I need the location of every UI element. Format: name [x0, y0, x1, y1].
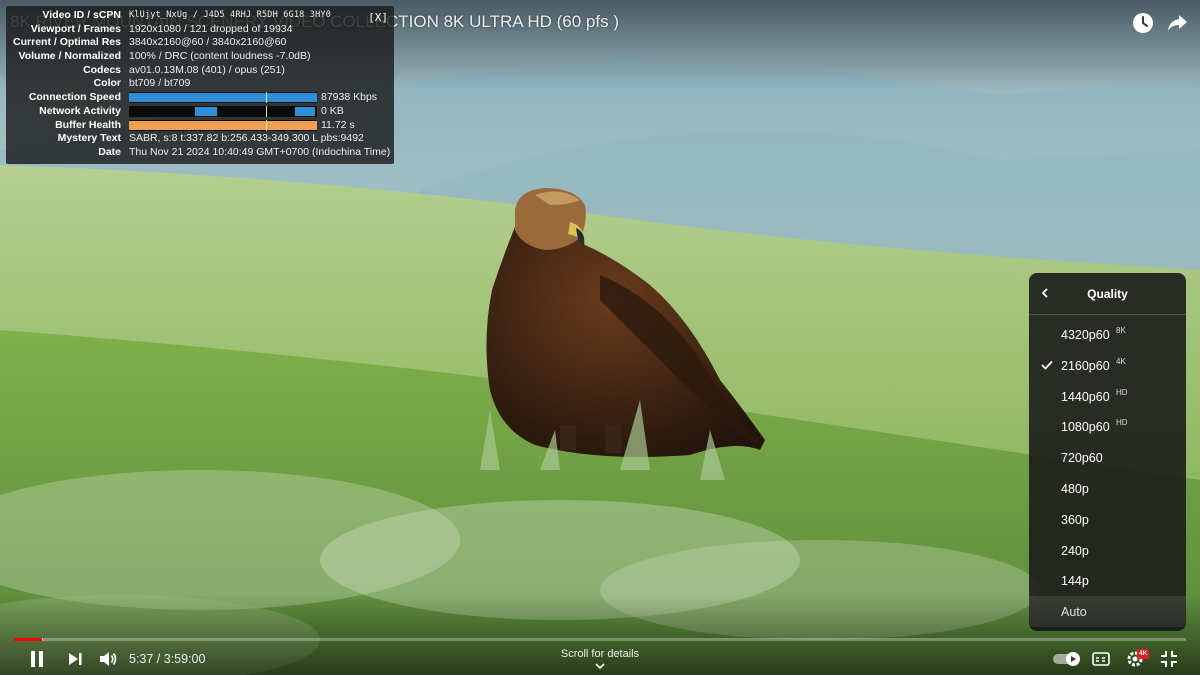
- quality-option-4320p60[interactable]: 4320p60 8K: [1029, 319, 1186, 350]
- graph-fill: [129, 120, 317, 130]
- stats-row-resolution: Current / Optimal Res 3840x2160@60 / 384…: [6, 36, 390, 50]
- scroll-for-details[interactable]: Scroll for details: [540, 648, 660, 660]
- stats-row-video-id: Video ID / sCPN KlUjyt_NxUg / J4D5 4RHJ …: [6, 9, 390, 23]
- stats-label: Current / Optimal Res: [13, 36, 121, 49]
- quality-option-2160p60[interactable]: 2160p60 4K: [1029, 350, 1186, 381]
- stats-value: 3840x2160@60 / 3840x2160@60: [129, 36, 287, 49]
- network-activity-graph: [129, 106, 317, 118]
- quality-option-1440p60[interactable]: 1440p60 HD: [1029, 381, 1186, 412]
- quality-option-360p[interactable]: 360p: [1029, 504, 1186, 535]
- stats-value: Thu Nov 21 2024 10:40:49 GMT+0700 (Indoc…: [129, 145, 391, 158]
- quality-option-label: 1080p60: [1061, 420, 1110, 435]
- quality-option-label: 144p: [1061, 574, 1089, 589]
- stats-row-mystery: Mystery Text SABR, s:8 t:337.82 b:256.43…: [6, 132, 390, 146]
- subtitles-button[interactable]: [1090, 648, 1112, 670]
- stats-row-codecs: Codecs av01.0.13M.08 (401) / opus (251): [6, 64, 390, 78]
- clock-icon[interactable]: [1131, 11, 1155, 35]
- volume-icon: [100, 652, 117, 666]
- stats-value: SABR, s:8 t:337.82 b:256.433-349.300 L p…: [129, 132, 364, 145]
- time-display: 5:37 / 3:59:00: [129, 652, 206, 666]
- pause-icon: [31, 651, 43, 667]
- quality-menu: Quality 4320p60 8K 2160p60 4K 1440p60 HD 1080p…: [1029, 273, 1186, 631]
- autoplay-toggle[interactable]: [1053, 652, 1081, 666]
- stats-label: Video ID / sCPN: [42, 9, 121, 21]
- stats-row-buffer: Buffer Health 11.72 s: [6, 119, 390, 133]
- stats-row-connection: Connection Speed 87938 Kbps: [6, 91, 390, 105]
- stats-value: 0 KB: [321, 104, 344, 117]
- chevron-down-icon[interactable]: [594, 662, 606, 672]
- checkmark-icon: [1041, 360, 1053, 370]
- graph-fill: [295, 107, 315, 117]
- quality-badge: 8K: [1116, 326, 1126, 335]
- quality-option-label: 720p60: [1061, 451, 1103, 466]
- stats-value: 100% / DRC (content loudness -7.0dB): [129, 50, 311, 63]
- quality-menu-title: Quality: [1087, 287, 1128, 301]
- stats-row-volume: Volume / Normalized 100% / DRC (content …: [6, 50, 390, 64]
- quality-option-720p60[interactable]: 720p60: [1029, 442, 1186, 473]
- quality-option-label: 2160p60: [1061, 358, 1110, 373]
- stats-value: 87938 Kbps: [321, 91, 378, 104]
- stats-row-date: Date Thu Nov 21 2024 10:40:49 GMT+0700 (…: [6, 146, 390, 160]
- quality-option-label: 1440p60: [1061, 389, 1110, 404]
- stats-label: Color: [93, 77, 121, 90]
- connection-speed-graph: [129, 92, 317, 104]
- share-icon[interactable]: [1165, 11, 1189, 35]
- next-button[interactable]: [64, 648, 86, 670]
- quality-menu-header[interactable]: Quality: [1029, 273, 1186, 315]
- exit-fullscreen-icon: [1161, 651, 1177, 667]
- quality-option-480p[interactable]: 480p: [1029, 473, 1186, 504]
- settings-quality-badge: 4K: [1137, 649, 1150, 659]
- quality-option-label: 240p: [1061, 543, 1089, 558]
- progress-bar[interactable]: [14, 638, 1186, 641]
- stats-for-nerds-panel: [X] Video ID / sCPN KlUjyt_NxUg / J4D5 4…: [6, 6, 394, 164]
- quality-badge: 4K: [1116, 356, 1126, 366]
- stats-row-color: Color bt709 / bt709: [6, 77, 390, 91]
- stats-label: Volume / Normalized: [18, 50, 122, 63]
- subtitles-icon: [1092, 652, 1110, 666]
- stats-row-viewport: Viewport / Frames 1920x1080 / 121 droppe…: [6, 23, 390, 37]
- quality-option-label: 480p: [1061, 481, 1089, 496]
- pause-button[interactable]: [26, 648, 48, 670]
- quality-option-144p[interactable]: 144p: [1029, 565, 1186, 596]
- stats-value: 11.72 s: [321, 118, 355, 131]
- quality-option-label: 360p: [1061, 512, 1089, 527]
- played-bar: [14, 638, 42, 641]
- stats-value: bt709 / bt709: [129, 77, 191, 90]
- graph-fill: [195, 107, 217, 117]
- quality-badge: HD: [1116, 418, 1128, 428]
- volume-button[interactable]: [97, 648, 119, 670]
- stats-value: av01.0.13M.08 (401) / opus (251): [129, 63, 285, 76]
- quality-badge: HD: [1116, 387, 1128, 397]
- stats-label: Buffer Health: [55, 118, 121, 131]
- stats-value: KlUjyt_NxUg / J4D5 4RHJ R5DH 6G18 3HY0: [129, 10, 332, 20]
- stats-label: Date: [98, 145, 121, 158]
- stats-label: Mystery Text: [57, 132, 121, 145]
- exit-fullscreen-button[interactable]: [1158, 648, 1180, 670]
- skip-next-icon: [69, 653, 82, 665]
- quality-option-1080p60[interactable]: 1080p60 HD: [1029, 411, 1186, 442]
- quality-option-label: 4320p60: [1061, 328, 1110, 342]
- graph-fill: [129, 93, 317, 103]
- quality-options: 4320p60 8K 2160p60 4K 1440p60 HD 1080p60 HD 720p…: [1029, 315, 1186, 627]
- stats-label: Network Activity: [39, 104, 121, 117]
- buffer-health-graph: [129, 119, 317, 131]
- stats-label: Connection Speed: [28, 91, 121, 104]
- stats-value: 1920x1080 / 121 dropped of 19934: [129, 22, 293, 35]
- stats-label: Viewport / Frames: [30, 22, 121, 35]
- stats-label: Codecs: [83, 63, 121, 76]
- stats-row-network: Network Activity 0 KB: [6, 105, 390, 119]
- quality-option-240p[interactable]: 240p: [1029, 535, 1186, 566]
